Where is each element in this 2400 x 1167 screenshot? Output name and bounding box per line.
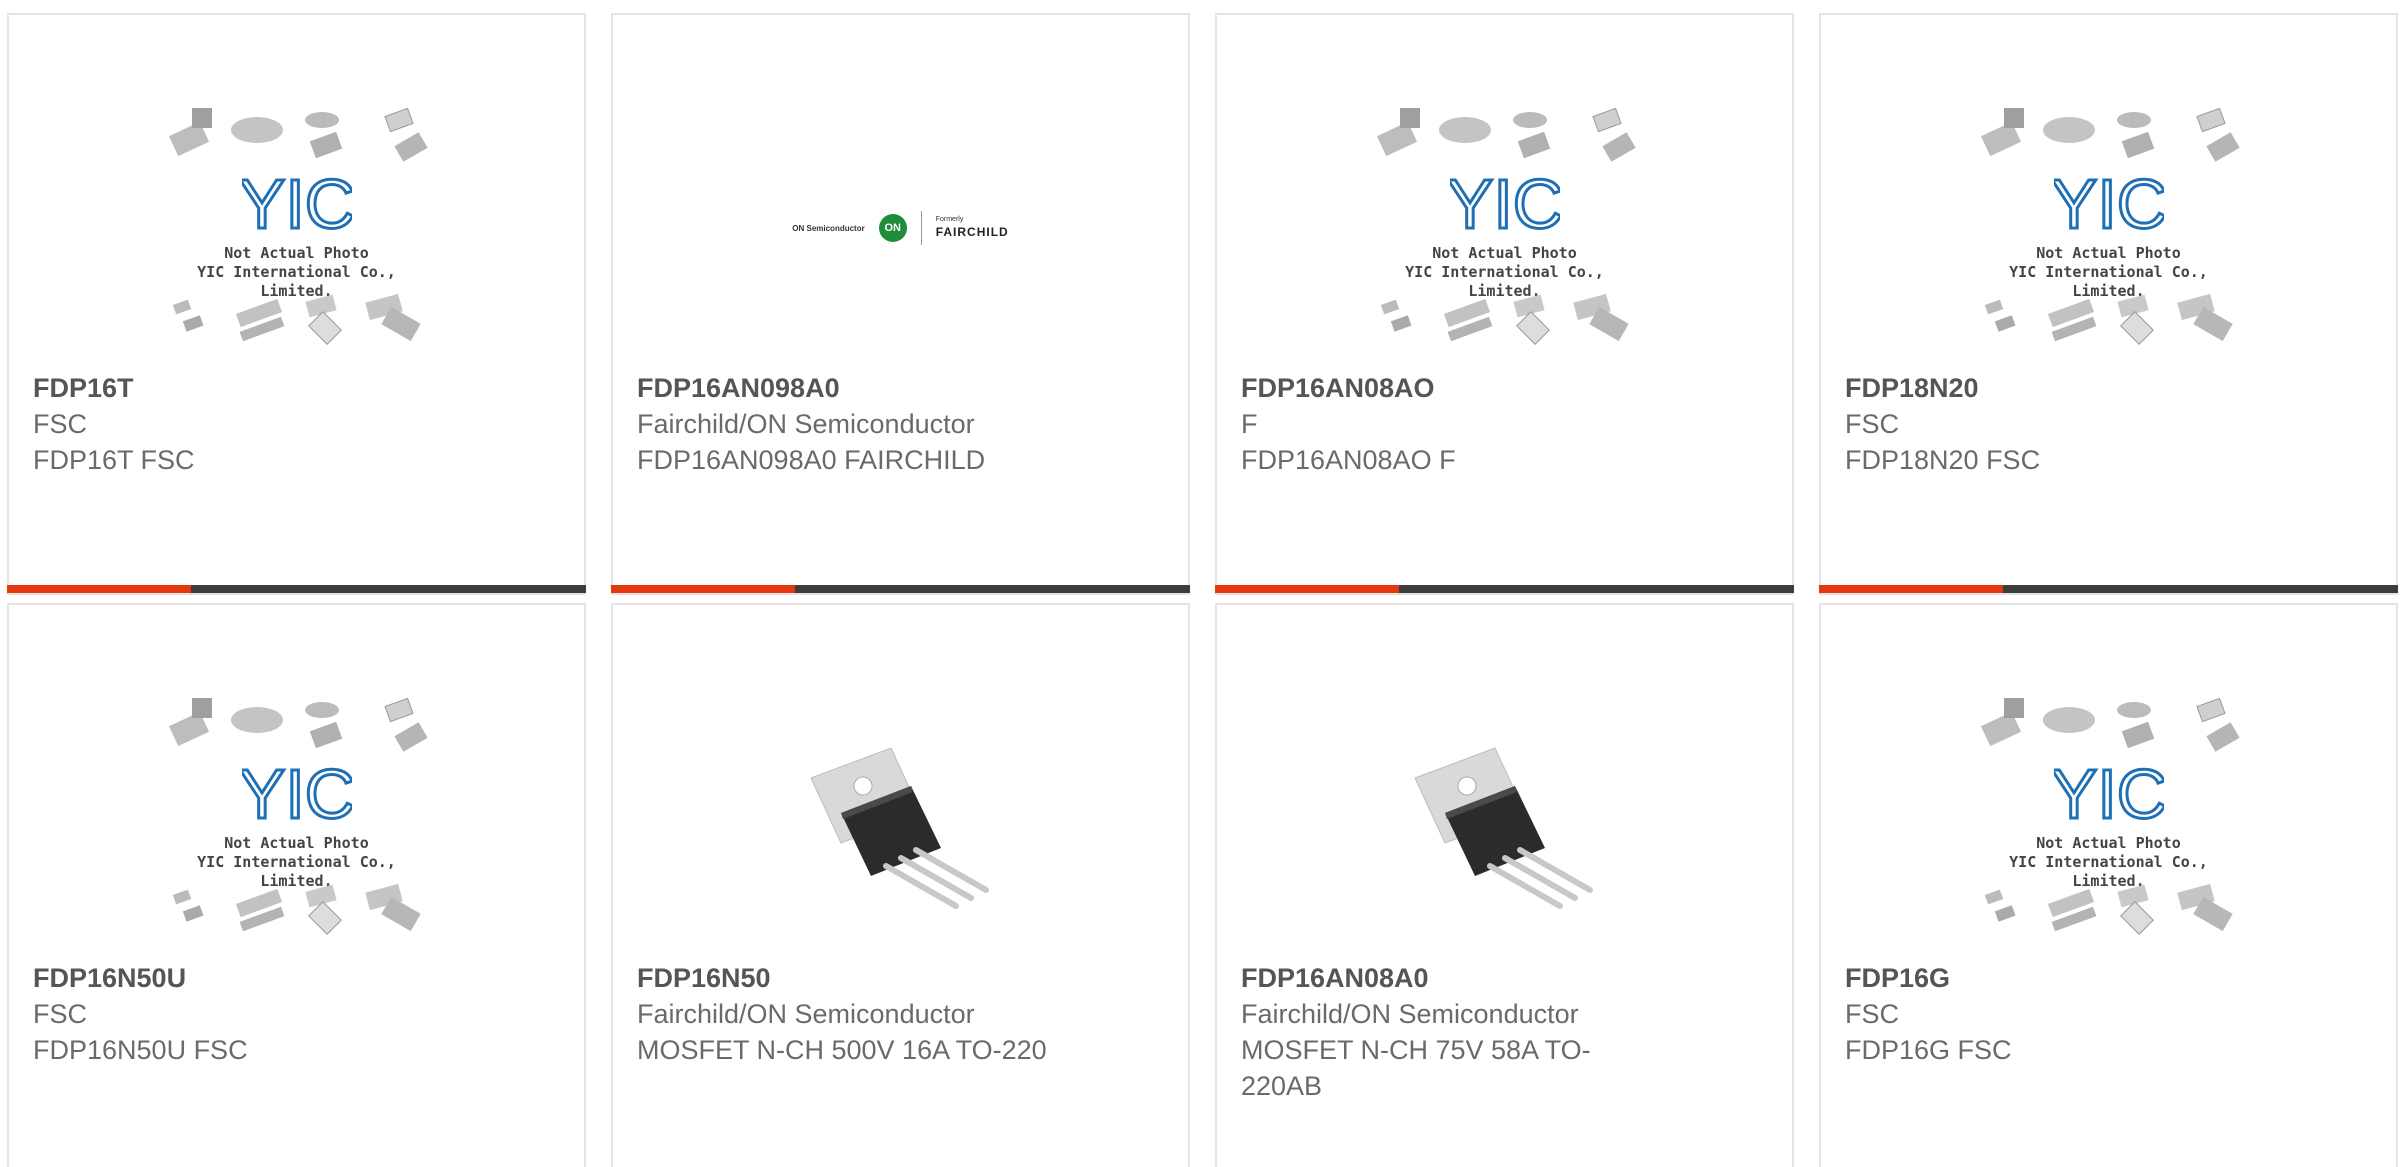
description: FDP16AN08AO F: [1241, 445, 1456, 475]
part-number[interactable]: FDP16N50: [637, 960, 1164, 996]
part-number[interactable]: FDP18N20: [1845, 370, 2372, 406]
yic-logo: YIC: [1445, 164, 1565, 245]
product-image[interactable]: YIC Not Actual Photo YIC International C…: [9, 93, 584, 363]
product-info: FDP16G FSC FDP16G FSC: [1845, 960, 2372, 1068]
chips-icon: [1380, 293, 1629, 345]
not-actual-photo-placeholder: YIC Not Actual Photo YIC International C…: [162, 698, 432, 938]
product-card[interactable]: ON Semiconductor ON Formerly FAIRCHILD F…: [611, 13, 1190, 595]
manufacturer: FSC: [33, 409, 87, 439]
chips-icon: [168, 698, 428, 752]
product-card[interactable]: YIC Not Actual Photo YIC International C…: [1215, 13, 1794, 595]
chips-icon: [1984, 293, 2233, 345]
product-card[interactable]: YIC Not Actual Photo YIC International C…: [7, 603, 586, 1167]
mosfet-to220-icon: [1413, 747, 1593, 909]
part-number[interactable]: FDP16AN08AO: [1241, 370, 1768, 406]
description: FDP16AN098A0 FAIRCHILD: [637, 445, 986, 475]
yic-logo: YIC: [237, 164, 357, 245]
yic-logo: YIC: [237, 754, 357, 835]
svg-text:YIC: YIC: [2054, 756, 2164, 828]
part-number[interactable]: FDP16T: [33, 370, 560, 406]
manufacturer: Fairchild/ON Semiconductor: [637, 999, 975, 1029]
product-image[interactable]: YIC Not Actual Photo YIC International C…: [9, 683, 584, 953]
chips-icon: [1980, 698, 2240, 752]
chips-icon: [1980, 108, 2240, 162]
yic-logo: YIC: [2049, 754, 2169, 835]
svg-text:YIC: YIC: [242, 756, 352, 828]
mosfet-to220-icon: [809, 747, 989, 909]
product-image[interactable]: [613, 683, 1188, 953]
card-bottom-bar: [7, 585, 586, 593]
product-info: FDP16AN08A0 Fairchild/ON Semiconductor M…: [1241, 960, 1768, 1104]
chips-icon: [168, 108, 428, 162]
card-bottom-bar: [1215, 585, 1794, 593]
manufacturer: FSC: [1845, 409, 1899, 439]
not-actual-photo-placeholder: YIC Not Actual Photo YIC International C…: [1974, 108, 2244, 348]
product-info: FDP16AN08AO F FDP16AN08AO F: [1241, 370, 1768, 478]
product-info: FDP16N50U FSC FDP16N50U FSC: [33, 960, 560, 1068]
chips-icon: [1376, 108, 1636, 162]
product-image[interactable]: YIC Not Actual Photo YIC International C…: [1821, 93, 2396, 363]
not-actual-photo-placeholder: YIC Not Actual Photo YIC International C…: [1974, 698, 2244, 938]
card-bottom-bar: [1819, 585, 2398, 593]
chips-icon: [172, 883, 421, 935]
manufacturer: F: [1241, 409, 1258, 439]
product-card[interactable]: YIC Not Actual Photo YIC International C…: [1819, 13, 2398, 595]
chips-icon: [172, 293, 421, 345]
product-card[interactable]: YIC Not Actual Photo YIC International C…: [7, 13, 586, 595]
svg-text:YIC: YIC: [2054, 166, 2164, 238]
manufacturer: Fairchild/ON Semiconductor: [1241, 999, 1579, 1029]
chips-icon: [1984, 883, 2233, 935]
fairchild-on-logo: ON Semiconductor ON Formerly FAIRCHILD: [792, 211, 1008, 245]
part-number[interactable]: FDP16AN08A0: [1241, 960, 1768, 996]
svg-text:YIC: YIC: [242, 166, 352, 238]
manufacturer: FSC: [33, 999, 87, 1029]
not-actual-photo-placeholder: YIC Not Actual Photo YIC International C…: [1370, 108, 1640, 348]
svg-text:YIC: YIC: [1450, 166, 1560, 238]
description: MOSFET N-CH 75V 58A TO-220AB: [1241, 1035, 1591, 1101]
not-actual-photo-placeholder: YIC Not Actual Photo YIC International C…: [162, 108, 432, 348]
product-info: FDP18N20 FSC FDP18N20 FSC: [1845, 370, 2372, 478]
product-info: FDP16N50 Fairchild/ON Semiconductor MOSF…: [637, 960, 1164, 1068]
part-number[interactable]: FDP16AN098A0: [637, 370, 1164, 406]
product-card[interactable]: FDP16AN08A0 Fairchild/ON Semiconductor M…: [1215, 603, 1794, 1167]
manufacturer: FSC: [1845, 999, 1899, 1029]
product-info: FDP16AN098A0 Fairchild/ON Semiconductor …: [637, 370, 1164, 478]
on-semiconductor-logo-icon: ON: [878, 214, 907, 242]
product-image[interactable]: ON Semiconductor ON Formerly FAIRCHILD: [613, 93, 1188, 363]
card-bottom-bar: [611, 585, 1190, 593]
product-image[interactable]: YIC Not Actual Photo YIC International C…: [1217, 93, 1792, 363]
product-info: FDP16T FSC FDP16T FSC: [33, 370, 560, 478]
part-number[interactable]: FDP16G: [1845, 960, 2372, 996]
product-image[interactable]: YIC Not Actual Photo YIC International C…: [1821, 683, 2396, 953]
description: FDP16N50U FSC: [33, 1035, 248, 1065]
description: FDP16G FSC: [1845, 1035, 2012, 1065]
product-card[interactable]: FDP16N50 Fairchild/ON Semiconductor MOSF…: [611, 603, 1190, 1167]
part-number[interactable]: FDP16N50U: [33, 960, 560, 996]
product-grid: YIC Not Actual Photo YIC International C…: [0, 0, 2400, 1167]
yic-logo: YIC: [2049, 164, 2169, 245]
description: FDP18N20 FSC: [1845, 445, 2041, 475]
product-image[interactable]: [1217, 683, 1792, 953]
manufacturer: Fairchild/ON Semiconductor: [637, 409, 975, 439]
description: MOSFET N-CH 500V 16A TO-220: [637, 1035, 1047, 1065]
product-card[interactable]: YIC Not Actual Photo YIC International C…: [1819, 603, 2398, 1167]
description: FDP16T FSC: [33, 445, 195, 475]
